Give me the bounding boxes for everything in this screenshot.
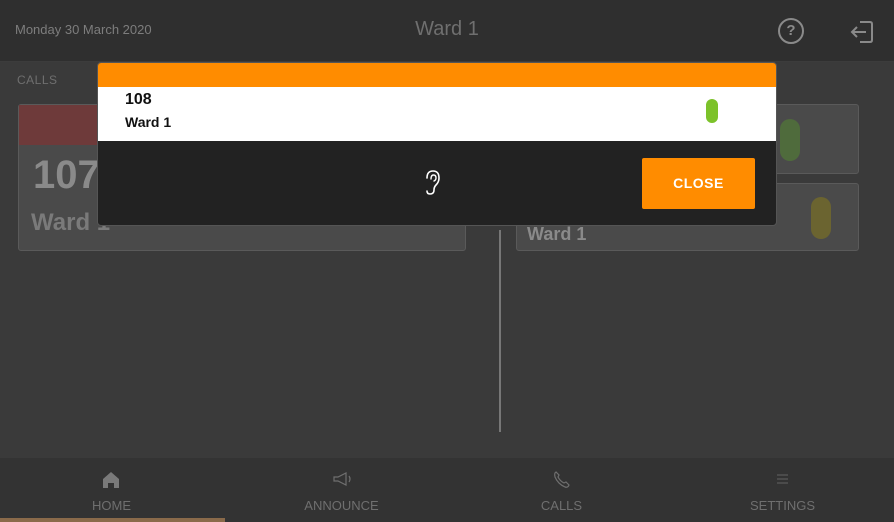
nav-announce[interactable]: ANNOUNCE [230, 458, 453, 522]
active-nav-indicator [0, 518, 225, 522]
nav-calls-label: CALLS [540, 498, 583, 513]
nav-settings[interactable]: SETTINGS [671, 458, 894, 522]
status-indicator [811, 197, 831, 239]
nav-home[interactable]: HOME [0, 458, 223, 522]
menu-icon [777, 474, 788, 484]
call-card-number: 107 [33, 153, 100, 197]
modal-accent-bar [98, 63, 776, 87]
page-title: Ward 1 [415, 18, 479, 40]
home-icon [103, 472, 119, 488]
status-indicator [780, 119, 800, 161]
right-card-ward: Ward 1 [527, 224, 587, 244]
megaphone-icon [333, 472, 351, 486]
logout-icon[interactable] [848, 18, 876, 46]
modal-status-indicator [706, 99, 718, 123]
close-button[interactable]: CLOSE [642, 158, 755, 209]
ear-icon[interactable] [421, 167, 445, 197]
section-divider [499, 230, 501, 432]
modal-call-ward: Ward 1 [125, 114, 172, 130]
nav-settings-label: SETTINGS [749, 498, 815, 513]
call-modal: 108 Ward 1 CLOSE [97, 62, 777, 226]
nav-home-label: HOME [92, 498, 131, 513]
nav-calls[interactable]: CALLS [450, 458, 673, 522]
nav-announce-label: ANNOUNCE [304, 498, 379, 513]
modal-call-row: 108 Ward 1 [98, 87, 776, 141]
calls-section-label: CALLS [17, 73, 58, 87]
top-bar: Monday 30 March 2020 Ward 1 ? [0, 0, 894, 62]
modal-call-number: 108 [125, 91, 152, 108]
bottom-nav: HOME ANNOUNCE CALLS SETTINGS [0, 458, 894, 522]
phone-icon [554, 471, 570, 488]
help-circle-icon[interactable]: ? [778, 18, 804, 44]
